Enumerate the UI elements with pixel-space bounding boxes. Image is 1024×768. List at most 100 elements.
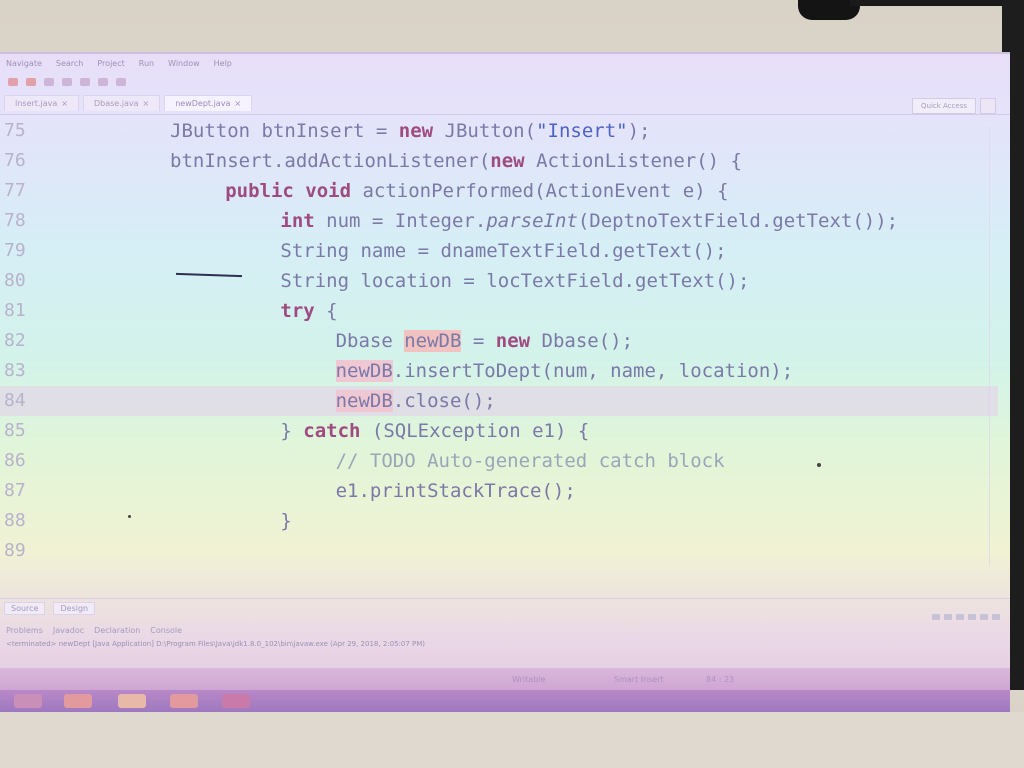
editor-tab-label: Insert.java	[15, 99, 58, 108]
debug-icon[interactable]	[44, 78, 54, 86]
screen-speck	[128, 515, 131, 518]
menu-help[interactable]: Help	[214, 59, 232, 68]
main-toolbar	[0, 72, 1010, 92]
forward-icon[interactable]	[116, 78, 126, 86]
keyword: new	[495, 330, 531, 352]
app-icon[interactable]	[170, 694, 198, 708]
quick-access-field[interactable]: Quick Access	[912, 98, 976, 114]
eclipse-window: Navigate Search Project Run Window Help Inser…	[0, 52, 1010, 690]
code-text: }	[280, 506, 291, 536]
code-editor[interactable]: 75 JButton btnInsert = new JButton("Inser…	[0, 116, 998, 586]
close-icon[interactable]: ×	[143, 99, 150, 108]
menu-project[interactable]: Project	[97, 59, 124, 68]
menu-navigate[interactable]: Navigate	[6, 59, 42, 68]
code-text: int num = Integer.parseInt(DeptnoTextFie…	[280, 206, 898, 236]
keyword: public	[225, 180, 294, 202]
line-number: 79	[4, 240, 26, 261]
comment: // TODO Auto-generated catch block	[335, 450, 725, 472]
code-token: actionPerformed(ActionEvent e) {	[351, 180, 729, 202]
code-token: .close();	[392, 390, 496, 412]
run-icon[interactable]	[62, 78, 72, 86]
line-number: 86	[4, 450, 26, 471]
code-text: JButton btnInsert = new JButton("Insert"…	[170, 116, 650, 146]
code-line: 83 newDB.insertToDept(num, name, location…	[0, 356, 998, 386]
code-line: 87 e1.printStackTrace();	[0, 476, 998, 506]
code-text: try {	[280, 296, 337, 326]
screen-speck	[817, 463, 821, 467]
search-icon[interactable]	[80, 78, 90, 86]
explorer-icon[interactable]	[118, 694, 146, 708]
line-number: 75	[4, 120, 26, 141]
save-icon[interactable]	[26, 78, 36, 86]
code-token: ActionListener() {	[524, 150, 742, 172]
editor-tab[interactable]: Dbase.java ×	[82, 95, 161, 111]
code-line: 76 btnInsert.addActionListener(new Action…	[0, 146, 998, 176]
room-background	[0, 712, 1024, 768]
code-token: }	[280, 420, 304, 442]
line-number: 88	[4, 510, 26, 531]
view-tab-problems[interactable]: Problems	[6, 626, 43, 635]
code-token: newDB	[404, 330, 462, 352]
new-icon[interactable]	[8, 78, 18, 86]
code-line: 77 public void actionPerformed(ActionEven…	[0, 176, 998, 206]
code-token: btnInsert.addActionListener(	[170, 150, 491, 172]
code-token: String location = locTextField.getText()…	[280, 270, 750, 292]
tab-source[interactable]: Source	[4, 601, 46, 615]
remove-launch-icon[interactable]	[944, 614, 952, 620]
line-number: 81	[4, 300, 26, 321]
view-tab-console[interactable]: Console	[150, 626, 182, 635]
windows-taskbar	[0, 690, 1010, 712]
keyword: try	[280, 300, 315, 322]
start-icon[interactable]	[14, 694, 42, 708]
string-literal: "Insert"	[536, 120, 628, 142]
editor-tab[interactable]: Insert.java ×	[4, 95, 79, 111]
code-token: Dbase();	[530, 330, 634, 352]
terminate-icon[interactable]	[932, 614, 940, 620]
keyword: void	[305, 180, 352, 202]
code-token: JButton btnInsert =	[170, 120, 399, 142]
code-line: 81 try {	[0, 296, 998, 326]
line-number: 84	[4, 390, 26, 411]
menu-search[interactable]: Search	[56, 59, 83, 68]
editor-source-design-tabs: Source Design	[0, 598, 1010, 617]
java-perspective-button[interactable]	[980, 98, 996, 114]
code-line: 79 String name = dnameTextField.getText()…	[0, 236, 998, 266]
code-token: Dbase	[335, 330, 405, 352]
views-tab-strip: Problems Javadoc Declaration Console	[0, 622, 1010, 638]
editor-tab-strip: Insert.java × Dbase.java × newDept.java ×	[0, 92, 1010, 115]
line-number: 77	[4, 180, 26, 201]
code-token: .insertToDept(num, name, location);	[392, 360, 794, 382]
view-tab-declaration[interactable]: Declaration	[94, 626, 140, 635]
menu-window[interactable]: Window	[168, 59, 200, 68]
status-cursor-position: 84 : 23	[706, 674, 735, 684]
editor-tab[interactable]: newDept.java ×	[164, 95, 253, 111]
code-token: String name = dnameTextField.getText();	[280, 240, 727, 262]
scroll-lock-icon[interactable]	[968, 614, 976, 620]
minimize-icon[interactable]	[992, 614, 1000, 620]
editor-tab-label: Dbase.java	[93, 99, 139, 108]
code-line: 78 int num = Integer.parseInt(DeptnoTextF…	[0, 206, 998, 236]
chrome-icon[interactable]	[64, 694, 92, 708]
code-text: btnInsert.addActionListener(new ActionLi…	[170, 146, 742, 176]
close-icon[interactable]: ×	[234, 99, 241, 108]
menu-run[interactable]: Run	[139, 59, 154, 68]
line-number: 87	[4, 480, 26, 501]
code-text: newDB.close();	[335, 386, 496, 416]
code-token: e1.printStackTrace();	[335, 480, 576, 502]
clear-console-icon[interactable]	[956, 614, 964, 620]
close-icon[interactable]: ×	[61, 99, 68, 108]
view-tab-javadoc[interactable]: Javadoc	[53, 626, 84, 635]
code-token: );	[627, 120, 651, 142]
pin-console-icon[interactable]	[980, 614, 988, 620]
code-token: {	[314, 300, 338, 322]
keyword: catch	[303, 420, 361, 442]
eclipse-icon[interactable]	[222, 694, 250, 708]
code-line: 89	[0, 536, 998, 566]
projector-stem	[850, 0, 1024, 6]
code-token: (DeptnoTextField.getText());	[577, 210, 899, 232]
code-line: 84 newDB.close();	[0, 386, 998, 416]
tab-design[interactable]: Design	[53, 601, 96, 615]
back-icon[interactable]	[98, 78, 108, 86]
code-token: }	[280, 510, 292, 532]
